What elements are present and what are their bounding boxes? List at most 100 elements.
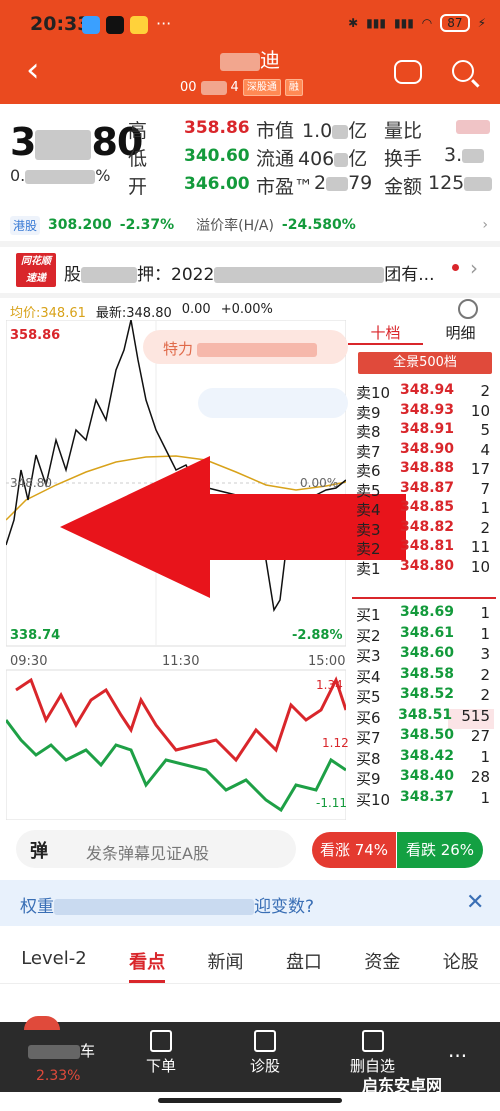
ask-level-row[interactable]: 卖2 348.81 11	[356, 538, 490, 558]
pe-redacted	[326, 176, 349, 191]
stock-name-redacted	[220, 52, 260, 71]
ask-level-row[interactable]: 卖7 348.90 4	[356, 441, 490, 461]
bid-level-row[interactable]: 买5 348.52 2	[356, 686, 490, 706]
pill-text: 特力	[163, 340, 194, 358]
bid-level-volume: 1	[480, 604, 490, 622]
stock-code-row: 00 4 深股通 融	[180, 79, 303, 96]
tab-orderbook[interactable]: 盘口	[286, 938, 322, 983]
diagnose-button[interactable]: 诊股	[250, 1030, 280, 1076]
bluetooth-icon: ✱	[348, 16, 359, 30]
chart-header: 均价:348.61 最新:348.80 0.00 +0.00%	[10, 302, 273, 321]
bullish-button[interactable]: 看涨 74%	[312, 832, 396, 868]
tab-details[interactable]: 明细	[423, 322, 498, 345]
time-label-open: 09:30	[10, 654, 48, 669]
close-icon[interactable]: ✕	[466, 890, 484, 915]
high-label: 高	[128, 120, 148, 142]
tab-ten-levels[interactable]: 十档	[348, 322, 423, 345]
stock-code-prefix: 00	[180, 80, 197, 95]
price-part-1: 3	[10, 120, 36, 164]
premium-value: -24.580%	[281, 217, 356, 233]
news-headline[interactable]: 股 押：2022 团有...	[64, 260, 434, 285]
volume-green-line	[6, 719, 346, 813]
tab-highlights[interactable]: 看点	[129, 938, 166, 983]
bid-level-row[interactable]: 买9 348.40 28	[356, 768, 490, 788]
bid-level-row[interactable]: 买10 348.37 1	[356, 788, 490, 809]
app-notification-icon	[82, 16, 100, 34]
bid-level-row[interactable]: 买4 348.58 2	[356, 666, 490, 686]
float-redacted	[334, 152, 349, 167]
bid-level-price: 348.42	[400, 747, 455, 764]
ask-level-volume: 5	[480, 421, 490, 439]
bid-level-volume: 1	[480, 788, 490, 807]
ask-level-row[interactable]: 卖6 348.88 17	[356, 460, 490, 480]
ask-level-label: 卖8	[356, 423, 381, 441]
related-stock[interactable]: 车	[28, 1040, 95, 1061]
tag-pill-2[interactable]	[198, 388, 348, 418]
signal-icon: ▮▮▮	[366, 16, 386, 30]
latest-pct: +0.00%	[220, 302, 273, 317]
bid-level-row[interactable]: 买2 348.61 1	[356, 625, 490, 645]
order-button[interactable]: 下单	[146, 1030, 176, 1076]
ask-level-label: 卖3	[356, 520, 381, 539]
news-redacted-1	[81, 267, 137, 283]
tab-forum[interactable]: 论股	[443, 938, 479, 983]
bid-level-row[interactable]: 买7 348.50 27	[356, 727, 490, 747]
bid-level-price: 348.52	[400, 686, 455, 702]
gear-icon[interactable]	[458, 299, 478, 319]
ask-level-row[interactable]: 卖8 348.91 5	[356, 421, 490, 441]
ask-level-price: 348.87	[400, 479, 455, 496]
ask-level-label: 卖2	[356, 540, 381, 558]
bid-level-label: 买8	[356, 749, 381, 768]
search-icon[interactable]	[452, 60, 474, 82]
mktcap-part-1: 1.0	[302, 120, 333, 142]
remove-watchlist-button[interactable]: 删自选	[350, 1030, 395, 1076]
bid-level-label: 买7	[356, 729, 381, 747]
mktcap-unit: 亿	[348, 120, 368, 142]
news-part-3: 团有...	[384, 265, 435, 285]
volume-panel-border	[6, 669, 346, 820]
watermark-text: 启东安卓网	[362, 1076, 443, 1095]
change-suffix: %	[95, 166, 111, 185]
amount-value: 125	[428, 172, 493, 194]
ask-level-row[interactable]: 卖3 348.82 2	[356, 519, 490, 539]
bid-level-price: 348.69	[400, 604, 455, 620]
bid-level-row[interactable]: 买3 348.60 3	[356, 645, 490, 665]
red-arrow-annotation	[60, 456, 406, 598]
bearish-button[interactable]: 看跌 26%	[397, 832, 483, 868]
ask-level-label: 卖7	[356, 442, 381, 461]
ask-level-row[interactable]: 卖9 348.93 10	[356, 402, 490, 422]
bid-level-price: 348.40	[400, 768, 455, 784]
mktcap-redacted	[332, 124, 349, 139]
charging-icon: ⚡	[477, 16, 486, 30]
bid-level-label: 买3	[356, 647, 381, 665]
ask-level-label: 卖4	[356, 501, 381, 519]
turnover-redacted	[462, 148, 485, 163]
bid-level-row[interactable]: 买6 348.51 515	[356, 707, 490, 727]
bid-level-label: 买10	[356, 790, 391, 809]
hk-share-row[interactable]: 港股 308.200 -2.37% 溢价率(H/A) -24.580% ›	[0, 210, 500, 240]
bid-level-row[interactable]: 买1 348.69 1	[356, 604, 490, 624]
bid-level-label: 买1	[356, 606, 381, 624]
home-indicator[interactable]	[158, 1098, 342, 1103]
stock-code-suffix: 4	[230, 80, 239, 95]
full-depth-button[interactable]: 全景500档	[358, 352, 492, 374]
ask-level-row[interactable]: 卖5 348.87 7	[356, 479, 490, 500]
ask-level-label: 卖1	[356, 559, 381, 578]
more-icon[interactable]: ···	[448, 1044, 467, 1068]
tab-news[interactable]: 新闻	[208, 938, 244, 983]
back-button[interactable]: ‹	[26, 52, 40, 88]
tab-level2[interactable]: Level-2	[21, 938, 86, 983]
ask-level-row[interactable]: 卖4 348.85 1	[356, 499, 490, 519]
ask-level-row[interactable]: 卖10 348.94 2	[356, 382, 490, 402]
bid-level-label: 买2	[356, 626, 381, 645]
bid-level-row[interactable]: 买8 348.42 1	[356, 747, 490, 768]
pill-redacted	[197, 342, 318, 357]
news-part-1: 股	[64, 265, 81, 285]
mktcap-label: 市值	[256, 120, 295, 142]
news-redacted-2	[214, 267, 385, 283]
tag-pill[interactable]: 特力	[143, 330, 348, 364]
ask-level-row[interactable]: 卖1 348.80 10	[356, 558, 490, 578]
turnover-part-1: 3.	[444, 144, 463, 166]
tab-funds[interactable]: 资金	[364, 938, 400, 983]
robot-assistant-icon[interactable]	[394, 60, 422, 84]
